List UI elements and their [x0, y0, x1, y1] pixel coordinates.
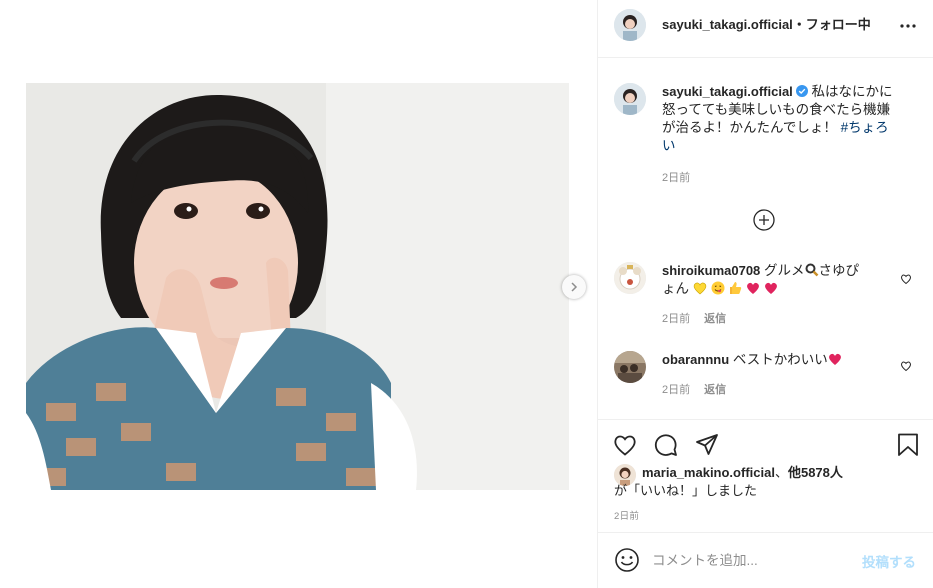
comments-section: sayuki_takagi.official 私はなにかに 怒ってても美味しいも… — [598, 59, 933, 419]
commenter-avatar[interactable] — [614, 351, 646, 383]
post-media-area — [0, 0, 597, 588]
caption-time[interactable]: 2日前 — [662, 169, 912, 185]
avatar-image — [614, 262, 646, 294]
likes-suffix: が「いいね！」しました — [614, 483, 758, 498]
heart-outline-icon — [900, 274, 912, 285]
comment-like-button[interactable] — [900, 360, 912, 372]
comment-text: グルメ — [760, 263, 805, 278]
load-more-comments-button[interactable] — [753, 209, 775, 231]
post-photo[interactable] — [26, 83, 569, 490]
like-button[interactable] — [612, 432, 638, 458]
paper-plane-icon — [696, 434, 718, 455]
post-side-panel: sayuki_takagi.official・フォロー中 sayuki_taka… — [597, 0, 933, 588]
comment-bubble-icon — [654, 434, 677, 456]
verified-badge-icon — [795, 85, 808, 97]
yum-face-emoji-icon — [711, 281, 725, 295]
avatar-image — [614, 9, 646, 41]
caption-line2: 怒ってても美味しいもの食べたら機嫌 — [662, 102, 891, 117]
heart-outline-icon — [900, 361, 912, 372]
bookmark-icon — [898, 433, 918, 456]
comment-text-line2: ょん — [662, 281, 689, 296]
thumbs-up-emoji-icon — [730, 282, 742, 294]
comment-time[interactable]: 2日前 — [662, 313, 690, 325]
post-actions: maria_makino.official、他5878人 が「いいね！」しました… — [598, 419, 933, 533]
portrait-photo-illustration — [26, 83, 569, 490]
red-heart-emoji-icon — [764, 282, 777, 294]
header-author-line: sayuki_takagi.official・フォロー中 — [662, 14, 871, 33]
header-username[interactable]: sayuki_takagi.official — [662, 17, 793, 32]
red-heart-emoji-icon — [828, 353, 841, 365]
author-avatar[interactable] — [614, 9, 646, 41]
more-horizontal-icon — [900, 24, 916, 28]
yellow-heart-emoji-icon — [693, 282, 706, 295]
caption-line1: 私はなにかに — [811, 84, 893, 99]
comment-button[interactable] — [653, 432, 679, 458]
smiley-icon — [615, 548, 639, 572]
liker-username[interactable]: maria_makino.official — [642, 465, 775, 480]
share-button[interactable] — [694, 432, 720, 458]
caption-hashtag[interactable]: #ちょろ — [841, 120, 889, 135]
likes-summary: maria_makino.official、他5878人 — [642, 464, 843, 482]
caption-hashtag-cont[interactable]: い — [662, 138, 676, 153]
reply-button[interactable]: 返信 — [704, 384, 726, 396]
save-button[interactable] — [895, 432, 921, 458]
next-photo-button[interactable] — [562, 275, 586, 299]
post-date[interactable]: 2日前 — [614, 508, 639, 522]
post-comment-button[interactable]: 投稿する — [862, 551, 916, 571]
caption-line3: が治るよ！かんたんでしょ！ — [662, 120, 841, 135]
comment-time[interactable]: 2日前 — [662, 384, 690, 396]
likes-separator: 、 — [774, 465, 788, 480]
caption-avatar[interactable] — [614, 83, 646, 115]
magnifier-emoji-icon — [805, 263, 818, 277]
comment-username[interactable]: shiroikuma0708 — [662, 263, 760, 278]
heart-outline-icon — [614, 435, 636, 456]
follow-status[interactable]: ・フォロー中 — [793, 17, 871, 32]
post-header: sayuki_takagi.official・フォロー中 — [598, 0, 933, 58]
comment-item: obarannnu ベストかわいい 2日前 返信 — [662, 351, 892, 397]
avatar-image — [614, 351, 646, 383]
comment-text: ベストかわいい — [729, 352, 828, 367]
emoji-picker-button[interactable] — [614, 547, 640, 573]
comment-like-button[interactable] — [900, 273, 912, 285]
more-options-button[interactable] — [900, 17, 916, 28]
caption: sayuki_takagi.official 私はなにかに 怒ってても美味しいも… — [662, 83, 912, 185]
comment-input[interactable] — [652, 549, 852, 571]
comment-item: shiroikuma0708 グルメ さゆぴ ょん 2日前 返信 — [662, 262, 892, 326]
comment-text-tail: さゆぴ — [818, 263, 860, 278]
comment-username[interactable]: obarannnu — [662, 352, 729, 367]
plus-circle-icon — [753, 209, 775, 231]
commenter-avatar[interactable] — [614, 262, 646, 294]
reply-button[interactable]: 返信 — [704, 313, 726, 325]
red-heart-emoji-icon — [747, 282, 759, 294]
caption-username[interactable]: sayuki_takagi.official — [662, 84, 793, 99]
avatar-image — [614, 83, 646, 115]
add-comment-bar: 投稿する — [598, 532, 933, 588]
likes-others[interactable]: 他5878人 — [788, 465, 843, 480]
chevron-right-icon — [571, 282, 578, 292]
